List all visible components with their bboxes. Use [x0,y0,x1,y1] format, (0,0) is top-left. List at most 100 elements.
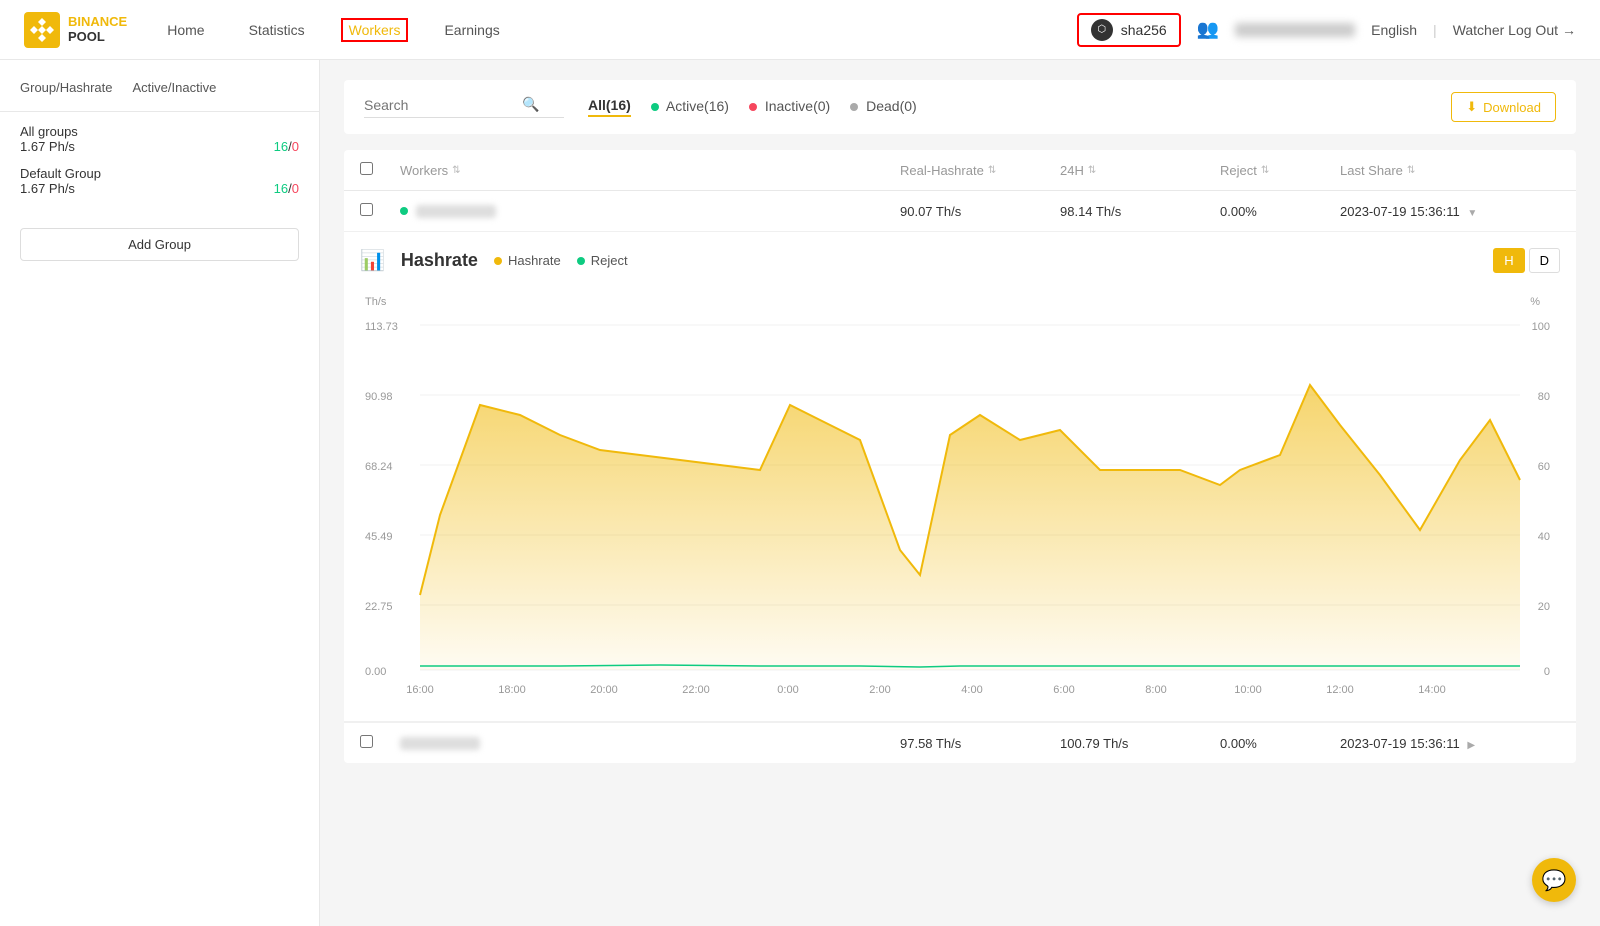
legend-hashrate: Hashrate [494,253,561,268]
sidebar-tab-active-inactive[interactable]: Active/Inactive [133,80,217,99]
svg-text:Th/s: Th/s [365,296,387,308]
row1-hashrate: 90.07 Th/s [900,204,1060,219]
row-bottom-last-share-val: 2023-07-19 15:36:11 [1340,736,1460,751]
group-hash-val-all: 1.67 Ph/s [20,139,75,154]
group-hashrate-all: 1.67 Ph/s 16/0 [20,139,299,154]
tab-all[interactable]: All(16) [588,97,631,117]
col-last-share: Last Share ⇅ [1340,162,1560,178]
svg-text:%: % [1530,296,1540,308]
users-icon[interactable]: 👥 [1197,19,1219,40]
search-input[interactable] [364,97,514,113]
group-hash-val-default: 1.67 Ph/s [20,181,75,196]
svg-text:16:00: 16:00 [406,684,434,696]
row1-expand-btn[interactable]: ▼ [1467,208,1477,219]
svg-text:18:00: 18:00 [498,684,526,696]
svg-text:0:00: 0:00 [777,684,798,696]
algo-name: sha256 [1121,22,1167,38]
search-wrap: 🔍 [364,96,564,118]
header-right: ⬡ sha256 👥 English | Watcher Log Out → [1077,13,1576,47]
workers-table: Workers ⇅ Real-Hashrate ⇅ 24H ⇅ Reject ⇅… [344,150,1576,763]
sidebar: Group/Hashrate Active/Inactive All group… [0,60,320,926]
table-header: Workers ⇅ Real-Hashrate ⇅ 24H ⇅ Reject ⇅… [344,150,1576,191]
download-icon: ⬇ [1466,99,1477,115]
chart-title: Hashrate [401,250,478,271]
row1-checkbox [360,203,400,219]
legend-hashrate-label: Hashrate [508,253,561,268]
svg-text:60: 60 [1538,461,1550,473]
logout-icon: → [1562,22,1576,38]
svg-text:8:00: 8:00 [1145,684,1166,696]
svg-text:80: 80 [1538,391,1550,403]
language-selector[interactable]: English [1371,22,1417,38]
hashrate-chart: Th/s 113.73 90.98 68.24 45.49 22.75 0.00… [360,285,1560,705]
row1-select[interactable] [360,203,373,216]
chat-button[interactable]: 💬 [1532,858,1576,902]
col-24h: 24H ⇅ [1060,162,1220,178]
filter-bar: 🔍 All(16) Active(16) Inactive(0) Dead(0) [344,80,1576,134]
group-counts-default: 16/0 [274,181,299,196]
main-layout: Group/Hashrate Active/Inactive All group… [0,60,1600,926]
header: BINANCE POOL Home Statistics Workers Ear… [0,0,1600,60]
svg-text:22.75: 22.75 [365,601,393,613]
nav-home[interactable]: Home [159,18,212,42]
row-bottom-expand-btn[interactable]: ▶ [1467,740,1475,751]
main-nav: Home Statistics Workers Earnings [159,18,1077,42]
svg-text:113.73: 113.73 [365,321,398,333]
col-workers-sort[interactable]: ⇅ [452,165,460,176]
col-hashrate-sort[interactable]: ⇅ [988,165,996,176]
svg-text:100: 100 [1532,321,1550,333]
sidebar-tab-group-hashrate[interactable]: Group/Hashrate [20,80,113,99]
row1-reject: 0.00% [1220,204,1340,219]
chart-legend: Hashrate Reject [494,253,628,268]
chat-icon: 💬 [1542,868,1567,893]
header-checkbox-cell [360,162,400,178]
logout-button[interactable]: Watcher Log Out → [1453,22,1576,38]
nav-statistics[interactable]: Statistics [241,18,313,42]
logo: BINANCE POOL [24,12,127,48]
row1-worker-blur [416,205,496,218]
select-all-checkbox[interactable] [360,162,373,175]
tab-dead[interactable]: Dead(0) [850,98,916,116]
tab-inactive[interactable]: Inactive(0) [749,98,830,116]
tab-active-label: Active(16) [666,98,729,114]
tab-dead-dot [850,103,858,111]
search-icon: 🔍 [522,96,539,113]
sidebar-tabs: Group/Hashrate Active/Inactive [0,80,319,112]
table-row-1: 90.07 Th/s 98.14 Th/s 0.00% 2023-07-19 1… [344,191,1576,232]
algo-badge[interactable]: ⬡ sha256 [1077,13,1181,47]
add-group-button[interactable]: Add Group [20,228,299,261]
group-inactive-default: 0 [292,181,299,196]
download-button[interactable]: ⬇ Download [1451,92,1556,122]
group-item-all[interactable]: All groups 1.67 Ph/s 16/0 [20,124,299,154]
group-name-all: All groups [20,124,299,139]
legend-reject: Reject [577,253,628,268]
col-24h-sort[interactable]: ⇅ [1088,165,1096,176]
nav-workers[interactable]: Workers [341,18,409,42]
col-last-share-sort[interactable]: ⇅ [1407,165,1415,176]
period-d-button[interactable]: D [1529,248,1560,273]
row-bottom-last-share: 2023-07-19 15:36:11 ▶ [1340,736,1560,751]
row-bottom-select[interactable] [360,735,373,748]
group-active-all: 16 [274,139,288,154]
nav-earnings[interactable]: Earnings [436,18,507,42]
period-h-button[interactable]: H [1493,248,1524,273]
group-item-default[interactable]: Default Group 1.67 Ph/s 16/0 [20,166,299,196]
col-reject: Reject ⇅ [1220,162,1340,178]
svg-text:40: 40 [1538,531,1550,543]
svg-text:20:00: 20:00 [590,684,618,696]
tab-inactive-dot [749,103,757,111]
col-reject-label: Reject [1220,163,1257,178]
chart-container: 📊 Hashrate Hashrate Reject H [344,232,1576,722]
logo-text: BINANCE POOL [68,15,127,44]
logo-binance: BINANCE [68,15,127,29]
tab-active-dot [651,103,659,111]
svg-text:4:00: 4:00 [961,684,982,696]
col-reject-sort[interactable]: ⇅ [1261,165,1269,176]
svg-text:0.00: 0.00 [365,666,386,678]
username-blur [1235,23,1355,37]
legend-reject-label: Reject [591,253,628,268]
table-row-bottom: 97.58 Th/s 100.79 Th/s 0.00% 2023-07-19 … [344,722,1576,763]
row1-last-share-val: 2023-07-19 15:36:11 [1340,204,1460,219]
tab-inactive-label: Inactive(0) [765,98,830,114]
tab-active[interactable]: Active(16) [651,98,729,116]
